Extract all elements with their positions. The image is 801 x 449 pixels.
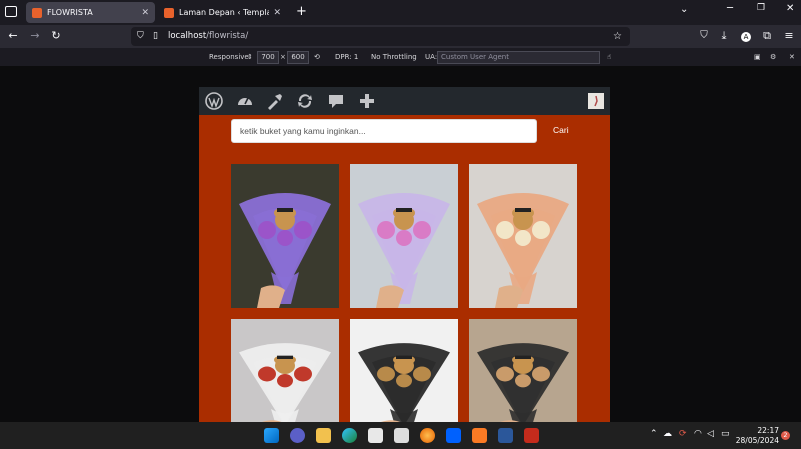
url-host: localhost bbox=[168, 31, 207, 41]
firefox-icon[interactable] bbox=[420, 428, 435, 443]
bouquet-image bbox=[469, 164, 577, 308]
bouquet-image bbox=[469, 319, 577, 422]
tab-title: Laman Depan ‹ Templat ‹ FLOWRI bbox=[179, 8, 270, 17]
tray-chevron-icon[interactable]: ⌃ bbox=[650, 429, 658, 439]
product-photo[interactable] bbox=[469, 164, 577, 308]
device-select[interactable]: Responsive bbox=[209, 51, 249, 63]
time-text: 22:17 bbox=[757, 426, 779, 435]
tab-list-icon[interactable] bbox=[5, 6, 17, 17]
rotate-icon[interactable]: ⟲ bbox=[314, 51, 320, 63]
restore-icon[interactable]: ❐ bbox=[757, 3, 765, 13]
volume-icon[interactable]: ◁ bbox=[707, 429, 714, 439]
star-icon[interactable]: ☆ bbox=[613, 27, 622, 46]
tab-laman-depan[interactable]: Laman Depan ‹ Templat ‹ FLOWRI ✕ bbox=[158, 2, 287, 23]
product-photo[interactable] bbox=[350, 319, 458, 422]
back-icon[interactable]: ← bbox=[5, 28, 21, 44]
updates-icon[interactable] bbox=[296, 92, 314, 110]
forward-icon[interactable]: → bbox=[27, 28, 43, 44]
bouquet-image bbox=[231, 164, 339, 308]
taskbar: ⌃ ☁ ⟳ ◠ ◁ ▭ 22:17 28/05/2024 2 bbox=[0, 422, 801, 449]
avatar[interactable] bbox=[588, 93, 604, 109]
notification-badge[interactable]: 2 bbox=[781, 431, 790, 440]
avatar-image bbox=[594, 95, 598, 107]
account-icon[interactable]: A bbox=[738, 28, 754, 44]
url-path: /flowrista/ bbox=[206, 31, 249, 41]
flowrista-favicon-icon bbox=[164, 7, 174, 18]
viewport-height-input[interactable]: 600 bbox=[287, 51, 309, 64]
store-icon[interactable] bbox=[368, 428, 383, 443]
add-new-icon[interactable] bbox=[358, 92, 376, 110]
word-icon[interactable] bbox=[498, 428, 513, 443]
bouquet-image bbox=[350, 164, 458, 308]
close-icon[interactable]: ✕ bbox=[789, 51, 795, 63]
touch-icon[interactable]: ☝ bbox=[607, 51, 611, 63]
product-photo[interactable] bbox=[350, 164, 458, 308]
user-agent-input[interactable]: Custom User Agent bbox=[437, 51, 600, 64]
meet-icon[interactable] bbox=[290, 428, 305, 443]
flowrista-page: ketik buket yang kamu inginkan... Cari bbox=[199, 87, 610, 422]
bouquet-image bbox=[231, 319, 339, 422]
dashboard-icon[interactable] bbox=[236, 92, 254, 110]
edge-icon[interactable] bbox=[342, 428, 357, 443]
product-photo[interactable] bbox=[231, 319, 339, 422]
flowrista-favicon-icon bbox=[32, 7, 42, 18]
dropbox-icon[interactable] bbox=[446, 428, 461, 443]
customize-icon[interactable] bbox=[266, 92, 284, 110]
viewport-width-input[interactable]: 700 bbox=[257, 51, 279, 64]
clock[interactable]: 22:17 28/05/2024 bbox=[736, 426, 779, 446]
battery-icon[interactable]: ▭ bbox=[721, 429, 730, 439]
wifi-icon[interactable]: ◠ bbox=[694, 429, 702, 439]
file-explorer-icon[interactable] bbox=[316, 428, 331, 443]
download-icon[interactable]: ⤓ bbox=[716, 28, 732, 44]
tab-title: FLOWRISTA bbox=[47, 8, 93, 17]
wp-admin-bar bbox=[199, 87, 610, 115]
minimize-icon[interactable]: ─ bbox=[727, 3, 733, 14]
amazon-icon[interactable] bbox=[394, 428, 409, 443]
product-photo[interactable] bbox=[231, 164, 339, 308]
close-window-icon[interactable]: ✕ bbox=[786, 3, 794, 14]
viewport: ketik buket yang kamu inginkan... Cari bbox=[0, 66, 801, 422]
ua-label: UA: bbox=[425, 53, 438, 61]
throttling-select[interactable]: No Throttling bbox=[371, 51, 417, 63]
search-button[interactable]: Cari bbox=[553, 125, 569, 135]
search-input[interactable]: ketik buket yang kamu inginkan... bbox=[231, 119, 537, 143]
snipping-tool-icon[interactable] bbox=[524, 428, 539, 443]
screenshot-icon[interactable]: ▣ bbox=[754, 51, 761, 63]
url-bar[interactable]: ⛉ ▯ localhost/flowrista/ ☆ bbox=[131, 27, 630, 46]
date-text: 28/05/2024 bbox=[735, 436, 779, 445]
shield-icon[interactable]: ⛉ bbox=[137, 27, 144, 46]
navigation-bar: ← → ↻ ⛉ ▯ localhost/flowrista/ ☆ ⛉ ⤓ A ⧉… bbox=[0, 25, 801, 48]
responsive-toolbar: Responsive ⇕ 700 × 600 ⟲ DPR: 1 No Throt… bbox=[0, 48, 801, 67]
close-icon[interactable]: ✕ bbox=[273, 8, 281, 18]
extensions-icon[interactable]: ⧉ bbox=[759, 28, 775, 44]
settings-icon[interactable]: ⚙ bbox=[770, 51, 776, 63]
menu-icon[interactable]: ≡ bbox=[781, 28, 797, 44]
reload-icon[interactable]: ↻ bbox=[48, 28, 64, 44]
chevron-down-icon[interactable]: ⌄ bbox=[680, 4, 688, 15]
tab-flowrista[interactable]: FLOWRISTA ✕ bbox=[26, 2, 155, 23]
pocket-icon[interactable]: ⛉ bbox=[696, 28, 712, 44]
sync-icon[interactable]: ⟳ bbox=[679, 429, 687, 439]
windows-start-icon[interactable] bbox=[264, 428, 279, 443]
product-photo[interactable] bbox=[469, 319, 577, 422]
bouquet-image bbox=[350, 319, 458, 422]
xampp-icon[interactable] bbox=[472, 428, 487, 443]
close-icon[interactable]: ✕ bbox=[141, 8, 149, 18]
page-icon: ▯ bbox=[153, 31, 158, 41]
cloud-icon[interactable]: ☁ bbox=[663, 429, 672, 439]
wordpress-icon[interactable] bbox=[205, 92, 223, 110]
dpr-select[interactable]: DPR: 1 bbox=[335, 51, 358, 63]
tab-strip: FLOWRISTA ✕ Laman Depan ‹ Templat ‹ FLOW… bbox=[0, 0, 801, 25]
new-tab-button[interactable]: + bbox=[296, 4, 307, 19]
comments-icon[interactable] bbox=[327, 92, 345, 110]
